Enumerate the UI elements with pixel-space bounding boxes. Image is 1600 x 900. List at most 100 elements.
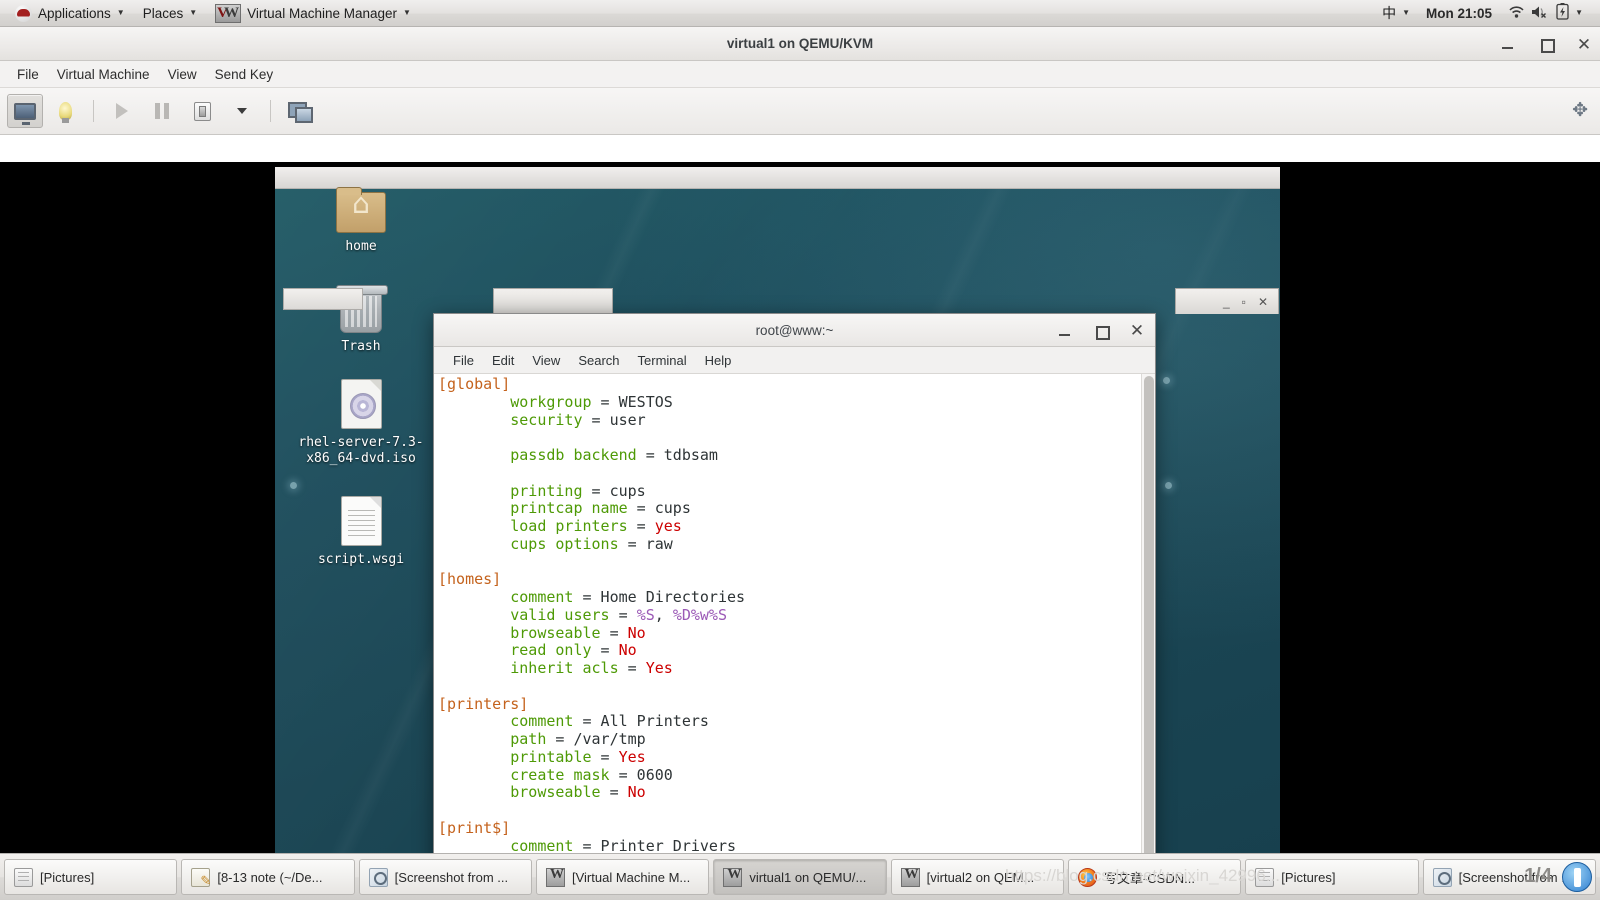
vim-token bbox=[438, 783, 510, 801]
maximize-icon[interactable]: ▫ bbox=[1242, 295, 1246, 309]
desktop-icon-iso[interactable]: rhel-server-7.3-x86_64-dvd.iso bbox=[296, 379, 426, 467]
minimize-icon[interactable] bbox=[1057, 323, 1073, 339]
run-button[interactable] bbox=[104, 94, 140, 128]
background-window-right[interactable]: _ ▫ ✕ bbox=[1175, 288, 1279, 314]
terminal-scrollbar[interactable] bbox=[1141, 374, 1155, 880]
desktop-icon-script[interactable]: script.wsgi bbox=[301, 496, 421, 568]
vim-token: cups options bbox=[510, 534, 619, 553]
taskbar-item-3[interactable]: [Virtual Machine M... bbox=[535, 859, 710, 895]
shutdown-options-button[interactable] bbox=[224, 94, 260, 128]
terminal-menu-search[interactable]: Search bbox=[569, 350, 628, 371]
vmm-window-title: virtual1 on QEMU/KVM bbox=[726, 36, 874, 51]
vmm-menu-send-key[interactable]: Send Key bbox=[206, 63, 283, 86]
active-app-menu[interactable]: Virtual Machine Manager ▼ bbox=[206, 2, 420, 25]
workspace-indicator[interactable]: 1/4 bbox=[1524, 865, 1552, 888]
vim-token: passdb backend bbox=[510, 446, 637, 464]
vim-line bbox=[436, 678, 1141, 696]
terminal-menu-terminal[interactable]: Terminal bbox=[629, 350, 696, 371]
vim-token: valid users bbox=[510, 605, 610, 624]
vim-token: = bbox=[618, 659, 646, 677]
pictures-icon bbox=[14, 867, 33, 887]
terminal-menu-view[interactable]: View bbox=[523, 350, 569, 371]
vim-token: = bbox=[609, 605, 637, 624]
terminal-menu-edit[interactable]: Edit bbox=[483, 350, 523, 371]
vim-token: = bbox=[600, 783, 628, 802]
decor-dot bbox=[1163, 377, 1170, 384]
maximize-icon[interactable] bbox=[1093, 323, 1110, 340]
vim-token bbox=[438, 393, 510, 411]
vim-token: [print$] bbox=[438, 818, 511, 837]
vim-line: browseable = No bbox=[436, 783, 1141, 802]
vim-line bbox=[436, 429, 1141, 447]
vmm-menubar: File Virtual Machine View Send Key bbox=[0, 61, 1600, 88]
maximize-icon[interactable] bbox=[1538, 36, 1555, 53]
note-icon bbox=[191, 867, 211, 889]
tray-app-icon[interactable] bbox=[1562, 862, 1592, 892]
applications-menu[interactable]: Applications ▼ bbox=[6, 2, 134, 25]
pause-icon bbox=[155, 103, 169, 119]
close-icon[interactable]: ✕ bbox=[1129, 322, 1145, 339]
vmm-toolbar: ✥ bbox=[0, 88, 1600, 135]
pause-button[interactable] bbox=[144, 94, 180, 128]
system-status-area[interactable]: ▼ bbox=[1501, 2, 1590, 25]
vim-token bbox=[438, 766, 510, 784]
taskbar-item-0[interactable]: [Pictures] bbox=[4, 859, 178, 895]
toolbar-separator bbox=[270, 100, 271, 122]
vim-token: , bbox=[654, 605, 673, 624]
snapshots-button[interactable] bbox=[281, 94, 317, 128]
terminal-body[interactable]: [global] workgroup = WESTOS security = u… bbox=[434, 374, 1155, 880]
terminal-window[interactable]: root@www:~ ✕ File Edit View Search Termi… bbox=[433, 313, 1156, 880]
vim-token bbox=[438, 624, 510, 642]
minimize-icon[interactable] bbox=[1500, 36, 1516, 52]
taskbar-item-5[interactable]: [virtual2 on QEM... bbox=[890, 859, 1064, 895]
terminal-menubar: File Edit View Search Terminal Help bbox=[434, 347, 1155, 374]
vmm-menu-view[interactable]: View bbox=[159, 63, 206, 86]
vim-token: Yes bbox=[618, 747, 646, 766]
vim-token bbox=[438, 659, 510, 677]
vmm-menu-file[interactable]: File bbox=[8, 63, 48, 86]
taskbar-item-7[interactable]: [Pictures] bbox=[1245, 859, 1419, 895]
clock[interactable]: Mon 21:05 bbox=[1419, 2, 1499, 25]
close-icon[interactable]: ✕ bbox=[1576, 36, 1592, 53]
vim-token bbox=[438, 411, 510, 429]
show-details-button[interactable] bbox=[47, 94, 83, 128]
vim-token: printable bbox=[510, 747, 592, 766]
vim-line: [print$] bbox=[436, 818, 1141, 838]
places-menu[interactable]: Places ▼ bbox=[134, 2, 206, 25]
taskbar-item-2[interactable]: [Screenshot from ... bbox=[358, 859, 532, 895]
vmm-icon bbox=[215, 3, 242, 23]
vim-editor-buffer[interactable]: [global] workgroup = WESTOS security = u… bbox=[434, 374, 1141, 880]
volume-muted-icon bbox=[1531, 5, 1550, 22]
taskbar-item-1[interactable]: [8-13 note (~/De... bbox=[181, 859, 355, 895]
shutdown-button[interactable] bbox=[184, 94, 220, 128]
background-window-center[interactable] bbox=[493, 288, 613, 314]
move-handle-icon[interactable]: ✥ bbox=[1572, 100, 1588, 121]
taskbar-item-6[interactable]: 写文章-CSDN... bbox=[1067, 859, 1242, 895]
background-window-left[interactable] bbox=[283, 288, 363, 310]
vim-token: = cups bbox=[627, 499, 691, 518]
terminal-menu-help[interactable]: Help bbox=[696, 350, 741, 371]
vim-token: No bbox=[627, 623, 646, 642]
minimize-icon[interactable]: _ bbox=[1223, 295, 1230, 309]
taskbar-item-4[interactable]: virtual1 on QEMU/... bbox=[713, 859, 887, 895]
monitor-icon bbox=[14, 102, 36, 125]
vim-line: create mask = 0600 bbox=[436, 766, 1141, 785]
vim-token: workgroup bbox=[510, 392, 592, 411]
chevron-down-icon: ▼ bbox=[1575, 8, 1583, 17]
virt-manager-window: virtual1 on QEMU/KVM ✕ File Virtual Mach… bbox=[0, 27, 1600, 880]
terminal-menu-file[interactable]: File bbox=[444, 350, 483, 371]
vim-token: security bbox=[510, 410, 583, 429]
desktop-icon-home[interactable]: home bbox=[301, 187, 421, 255]
terminal-scrollbar-thumb[interactable] bbox=[1144, 376, 1154, 880]
vim-line: load printers = yes bbox=[436, 517, 1141, 536]
input-method-indicator[interactable]: 中 ▼ bbox=[1375, 2, 1417, 25]
close-icon[interactable]: ✕ bbox=[1258, 295, 1268, 309]
pictures-icon bbox=[1255, 867, 1275, 887]
vm-console-viewport[interactable]: home Trash rhel-server-7.3-x86_64-dvd.is… bbox=[0, 162, 1600, 880]
vim-token bbox=[438, 712, 510, 730]
vmm-menu-virtual-machine[interactable]: Virtual Machine bbox=[48, 63, 159, 86]
vim-token: [homes] bbox=[438, 570, 502, 589]
vim-token bbox=[438, 517, 510, 535]
show-console-button[interactable] bbox=[7, 94, 43, 128]
chevron-down-icon: ▼ bbox=[116, 8, 125, 17]
